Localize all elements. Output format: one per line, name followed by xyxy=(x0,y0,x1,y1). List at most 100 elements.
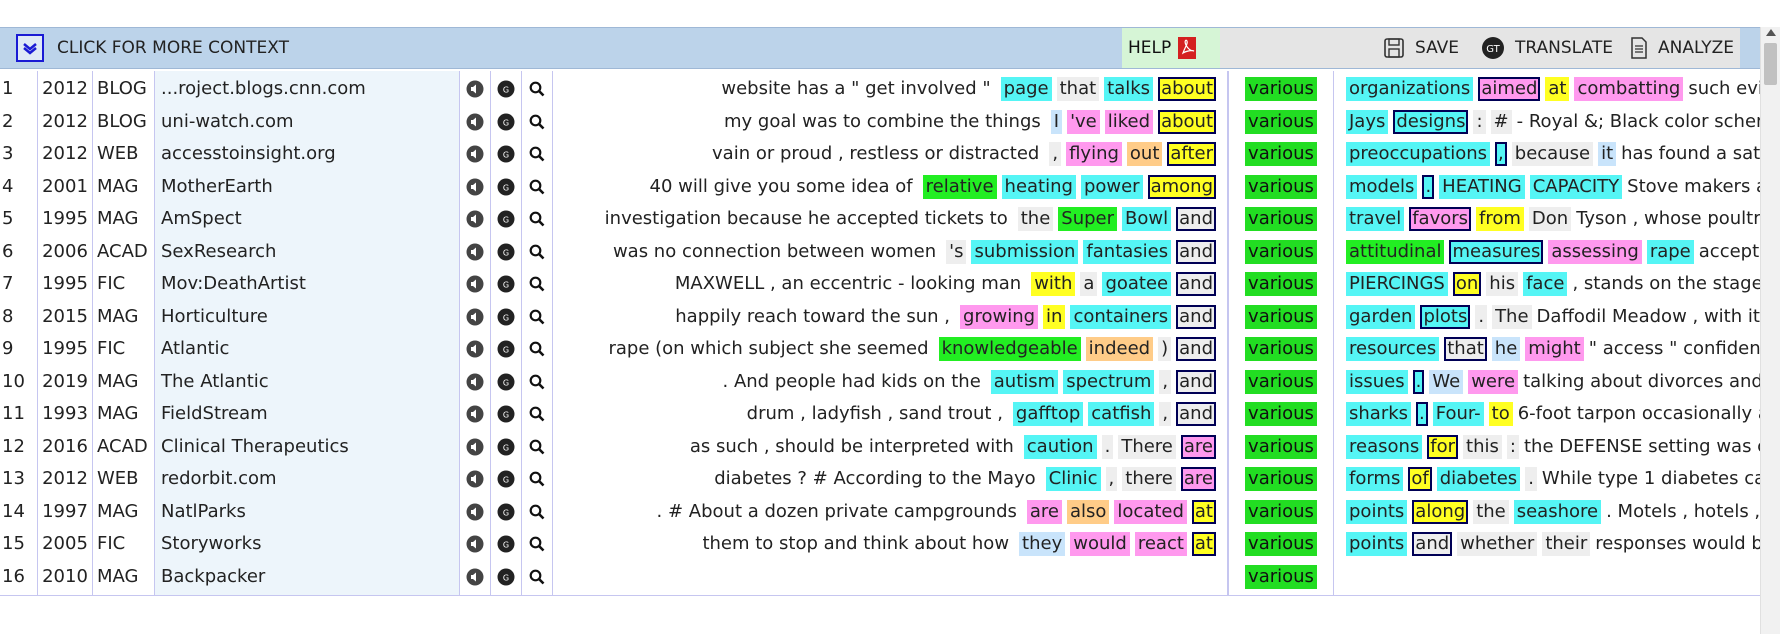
left-token[interactable]: relative xyxy=(922,174,997,199)
left-token[interactable]: and xyxy=(1176,369,1216,394)
search-button[interactable] xyxy=(522,493,553,530)
left-token[interactable]: with xyxy=(1031,272,1076,296)
table-row[interactable]: 2 2012 BLOG uni-watch.com Gmy goal was to co… xyxy=(0,103,1760,141)
right-token[interactable]: he xyxy=(1491,337,1521,361)
left-token[interactable]: knowledgeable xyxy=(938,337,1081,361)
right-token[interactable]: face xyxy=(1523,272,1568,296)
speaker-button[interactable] xyxy=(460,363,491,400)
right-token[interactable]: models xyxy=(1346,174,1418,199)
left-token[interactable]: 've xyxy=(1067,109,1100,134)
table-row[interactable]: 5 1995 MAG AmSpect Ginvestigation because he… xyxy=(0,201,1760,238)
translate-row-button[interactable]: G xyxy=(491,298,522,335)
table-row[interactable]: 6 2006 ACAD SexResearch Gwas no connection b… xyxy=(0,233,1760,271)
left-token[interactable]: at xyxy=(1191,499,1216,524)
translate-row-button[interactable]: G xyxy=(491,201,522,237)
speaker-button[interactable] xyxy=(460,71,491,107)
right-token[interactable]: his xyxy=(1486,272,1519,296)
speaker-button[interactable] xyxy=(460,396,491,432)
left-token[interactable]: talks xyxy=(1104,77,1154,101)
table-row[interactable]: 10 2019 MAG The Atlantic G . And people had k… xyxy=(0,363,1760,401)
node-word-cell[interactable]: various xyxy=(1228,526,1334,562)
left-token[interactable]: and xyxy=(1176,239,1216,264)
row-source[interactable]: The Atlantic xyxy=(155,363,460,400)
search-button[interactable] xyxy=(522,298,553,335)
right-token[interactable]: this xyxy=(1463,434,1502,459)
right-token[interactable]: for xyxy=(1427,434,1459,459)
left-token[interactable]: flying xyxy=(1066,142,1122,166)
node-word[interactable]: various xyxy=(1245,499,1317,524)
table-row[interactable]: 11 1993 MAG FieldStream Gdrum , ladyfish , s… xyxy=(0,396,1760,433)
row-source[interactable]: Mov:DeathArtist xyxy=(155,266,460,302)
node-word-cell[interactable]: various xyxy=(1228,493,1334,530)
node-word[interactable]: various xyxy=(1245,77,1317,101)
right-token[interactable]: whether xyxy=(1457,532,1538,556)
left-token[interactable]: page xyxy=(1000,77,1052,101)
left-token[interactable]: Clinic xyxy=(1045,467,1101,491)
left-token[interactable]: 's xyxy=(946,239,967,264)
left-token[interactable]: that xyxy=(1056,77,1100,101)
node-word[interactable]: various xyxy=(1245,434,1317,459)
left-token[interactable]: are xyxy=(1180,467,1216,491)
table-row[interactable]: 16 2010 MAG Backpacker Gvarious xyxy=(0,558,1760,596)
vertical-scrollbar[interactable] xyxy=(1760,27,1780,634)
row-source[interactable]: FieldStream xyxy=(155,396,460,432)
left-token[interactable]: there xyxy=(1122,467,1176,491)
left-token[interactable]: autism xyxy=(990,369,1059,394)
speaker-button[interactable] xyxy=(460,526,491,562)
node-word-cell[interactable]: various xyxy=(1228,266,1334,302)
right-token[interactable]: garden xyxy=(1346,304,1416,329)
speaker-button[interactable] xyxy=(460,201,491,237)
node-word-cell[interactable]: various xyxy=(1228,71,1334,107)
speaker-button[interactable] xyxy=(460,136,491,172)
row-source[interactable]: SexResearch xyxy=(155,233,460,270)
row-source[interactable]: redorbit.com xyxy=(155,461,460,497)
node-word-cell[interactable]: various xyxy=(1228,428,1334,465)
right-token[interactable]: rape xyxy=(1646,239,1694,264)
search-button[interactable] xyxy=(522,266,553,302)
left-token[interactable]: , xyxy=(1049,142,1062,166)
right-token[interactable]: # xyxy=(1490,109,1512,134)
speaker-button[interactable] xyxy=(460,233,491,270)
translate-row-button[interactable]: G xyxy=(491,558,522,595)
node-word-cell[interactable]: various xyxy=(1228,298,1334,335)
right-token[interactable]: Don xyxy=(1528,207,1572,231)
search-button[interactable] xyxy=(522,461,553,497)
translate-row-button[interactable]: G xyxy=(491,103,522,140)
right-token[interactable]: travel xyxy=(1346,207,1405,231)
left-token[interactable]: , xyxy=(1159,369,1172,394)
right-token[interactable]: of xyxy=(1408,467,1432,491)
node-word[interactable]: various xyxy=(1245,467,1317,491)
table-row[interactable]: 1 2012 BLOG ...roject.blogs.cnn.com Gwebsite… xyxy=(0,71,1760,108)
left-token[interactable]: caution xyxy=(1023,434,1097,459)
speaker-button[interactable] xyxy=(460,461,491,497)
left-token[interactable]: I xyxy=(1050,109,1063,134)
search-button[interactable] xyxy=(522,396,553,432)
left-token[interactable]: also xyxy=(1066,499,1110,524)
analyze-button[interactable]: ANALYZE xyxy=(1630,28,1734,68)
save-button[interactable]: SAVE xyxy=(1383,28,1459,68)
left-token[interactable]: fantasies xyxy=(1083,239,1172,264)
right-token[interactable]: sharks xyxy=(1346,402,1412,426)
right-token[interactable]: issues xyxy=(1346,369,1408,394)
right-token[interactable]: CAPACITY xyxy=(1529,174,1623,199)
right-token[interactable]: combatting xyxy=(1574,77,1684,101)
left-token[interactable]: Super xyxy=(1058,207,1118,231)
speaker-button[interactable] xyxy=(460,298,491,335)
speaker-button[interactable] xyxy=(460,493,491,530)
expand-context-button[interactable] xyxy=(16,34,44,62)
left-token[interactable]: located xyxy=(1114,499,1187,524)
row-source[interactable]: Storyworks xyxy=(155,526,460,562)
left-token[interactable]: indeed xyxy=(1085,337,1154,361)
right-token[interactable]: reasons xyxy=(1346,434,1423,459)
right-token[interactable]: their xyxy=(1542,532,1591,556)
right-token[interactable]: the xyxy=(1473,499,1509,524)
left-token[interactable]: in xyxy=(1043,304,1066,329)
translate-row-button[interactable]: G xyxy=(491,136,522,172)
table-row[interactable]: 3 2012 WEB accesstoinsight.org Gvain or prou… xyxy=(0,136,1760,173)
row-source[interactable]: Clinical Therapeutics xyxy=(155,428,460,465)
right-token[interactable]: attitudinal xyxy=(1346,239,1445,264)
left-token[interactable]: about xyxy=(1158,77,1216,101)
right-token[interactable]: Four- xyxy=(1432,402,1484,426)
left-token[interactable]: goatee xyxy=(1102,272,1172,296)
right-token[interactable]: HEATING xyxy=(1439,174,1525,199)
